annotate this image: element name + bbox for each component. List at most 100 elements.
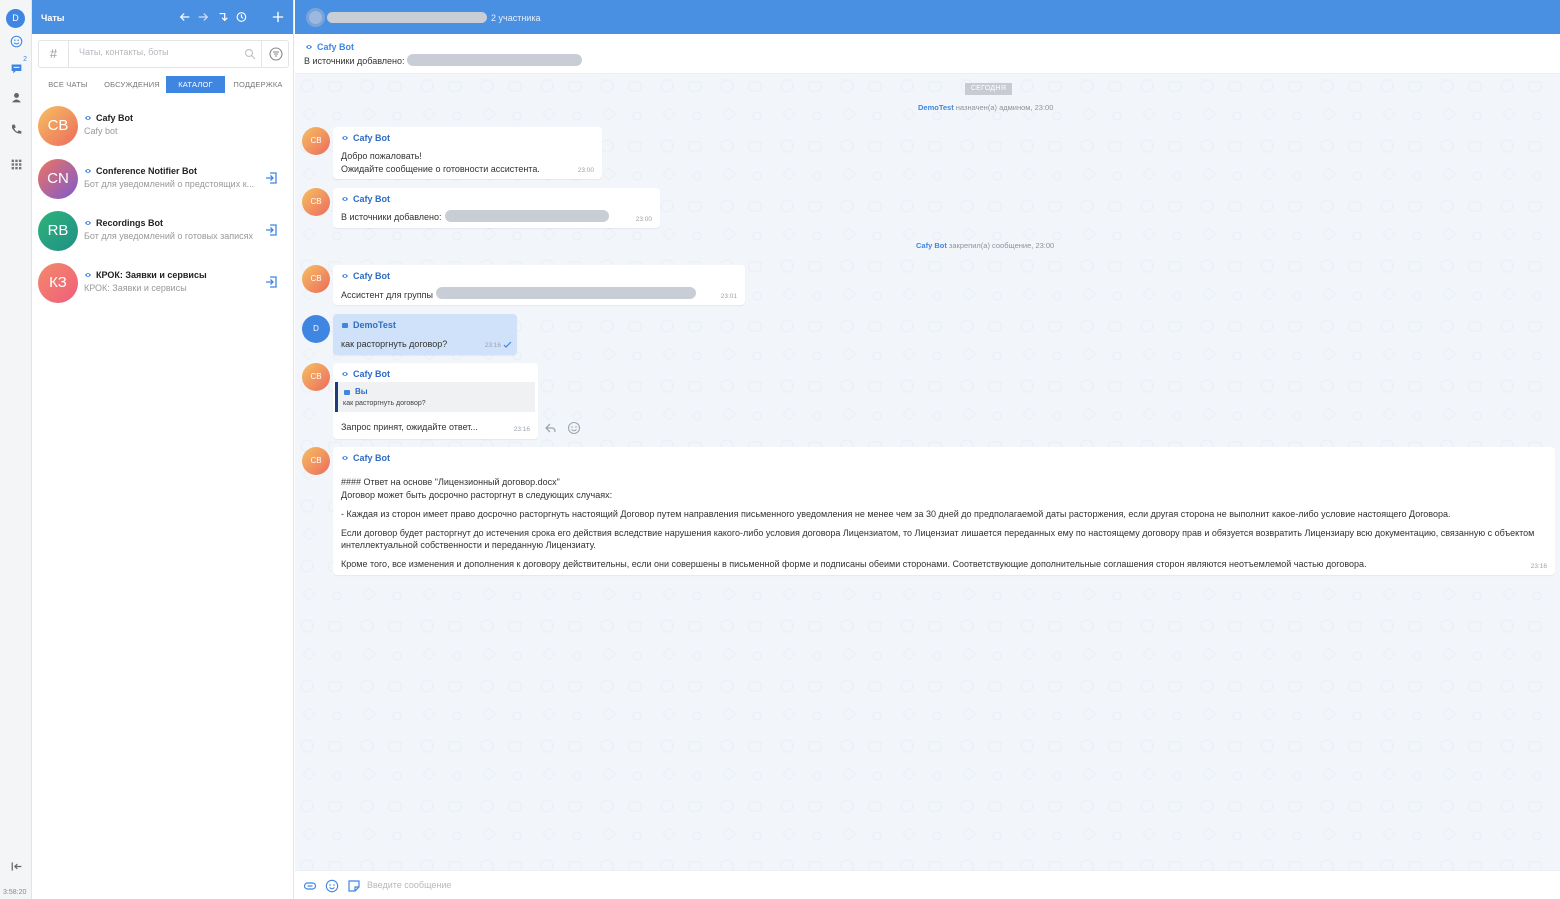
chat-bubble-icon bbox=[11, 63, 21, 73]
smile-icon[interactable] bbox=[8, 33, 24, 49]
join-icon[interactable] bbox=[264, 223, 278, 237]
message-paragraph: #### Ответ на основе "Лицензионный догов… bbox=[341, 477, 560, 487]
chat-header[interactable]: 2 участника bbox=[295, 0, 1560, 34]
emoji-reaction-icon[interactable] bbox=[567, 421, 581, 435]
chat-subtitle: Бот для уведомлений о предстоящих к... bbox=[84, 179, 255, 189]
message-input[interactable] bbox=[367, 880, 1067, 890]
avatar[interactable]: CB bbox=[302, 265, 330, 293]
message-time: 23:00 bbox=[577, 167, 594, 174]
reply-icon[interactable] bbox=[544, 421, 557, 434]
message-bubble[interactable]: Cafy Bot Ассистент для группы 23:01 bbox=[333, 265, 745, 305]
join-icon[interactable] bbox=[264, 275, 278, 289]
quoted-message[interactable]: Вы как расторгнуть договор? bbox=[335, 382, 535, 412]
filter-icon bbox=[269, 47, 283, 61]
user-avatar[interactable]: D bbox=[6, 9, 25, 28]
message-paragraph: Договор может быть досрочно расторгнут в… bbox=[341, 490, 613, 500]
bot-icon bbox=[85, 273, 91, 277]
chat-list-item[interactable]: RB Recordings Bot Бот для уведомлений о … bbox=[32, 211, 294, 263]
chat-tabs: ВСЕ ЧАТЫ ОБСУЖДЕНИЯ КАТАЛОГ ПОДДЕРЖКА bbox=[38, 76, 289, 93]
bot-icon bbox=[342, 456, 348, 460]
avatar[interactable]: D bbox=[302, 315, 330, 343]
pinned-sender: Cafy Bot bbox=[317, 42, 355, 52]
message-composer bbox=[295, 870, 1560, 899]
join-icon[interactable] bbox=[264, 171, 278, 185]
hashtag-button[interactable]: # bbox=[39, 41, 69, 67]
sticker-icon[interactable] bbox=[347, 879, 361, 893]
message-paragraph: - Каждая из сторон имеет право досрочно … bbox=[341, 509, 1451, 519]
system-message: Cafy Bot закрепил(а) сообщение, 23:00 bbox=[916, 241, 1055, 250]
bot-icon bbox=[342, 197, 348, 201]
unread-badge: 2 bbox=[23, 56, 27, 63]
chat-name: Conference Notifier Bot bbox=[96, 166, 198, 176]
bot-icon bbox=[342, 372, 348, 376]
contacts-icon[interactable] bbox=[8, 89, 24, 105]
history-icon[interactable] bbox=[234, 10, 248, 24]
emoji-icon[interactable] bbox=[325, 879, 339, 893]
chat-name: Cafy Bot bbox=[96, 113, 134, 123]
message-text: как расторгнуть договор? bbox=[341, 339, 448, 349]
avatar: CN bbox=[38, 159, 78, 199]
message-bubble[interactable]: Cafy Bot Добро пожаловать! Ожидайте сооб… bbox=[333, 127, 602, 179]
avatar[interactable]: CB bbox=[302, 363, 330, 391]
filter-button[interactable] bbox=[261, 41, 290, 67]
tab-support[interactable]: ПОДДЕРЖКА bbox=[229, 76, 287, 93]
search-input[interactable] bbox=[79, 47, 229, 57]
bot-icon bbox=[342, 274, 348, 278]
bot-icon bbox=[306, 45, 312, 49]
sender-name: Cafy Bot bbox=[353, 271, 391, 281]
chat-name: Recordings Bot bbox=[96, 218, 164, 228]
avatar[interactable]: CB bbox=[302, 447, 330, 475]
forward-arrow-icon[interactable] bbox=[196, 10, 210, 24]
pinned-text: В источники добавлено: bbox=[304, 56, 405, 66]
chat-subtitle: Cafy bot bbox=[84, 126, 118, 136]
quote-text: как расторгнуть договор? bbox=[343, 400, 426, 407]
collapse-panel-icon[interactable] bbox=[8, 858, 24, 874]
pinned-message[interactable]: Cafy Bot В источники добавлено: bbox=[295, 34, 1560, 74]
avatar: КЗ bbox=[38, 263, 78, 303]
message-time: 23:01 bbox=[720, 293, 737, 300]
message-text: Запрос принят, ожидайте ответ... bbox=[341, 422, 478, 432]
message-text: Ассистент для группы bbox=[341, 290, 433, 300]
message-bubble[interactable]: Cafy Bot Вы как расторгнуть договор? Зап… bbox=[333, 363, 538, 439]
message-bubble[interactable]: DemoTest как расторгнуть договор? 23:16 bbox=[333, 314, 517, 355]
chats-nav-button[interactable]: 2 bbox=[8, 56, 27, 76]
avatar[interactable]: CB bbox=[302, 188, 330, 216]
chat-area: 2 участника Cafy Bot В источники добавле… bbox=[295, 0, 1560, 899]
sender-name: Cafy Bot bbox=[353, 453, 391, 463]
tab-catalog[interactable]: КАТАЛОГ bbox=[166, 76, 225, 93]
read-check-icon bbox=[503, 341, 512, 348]
phone-icon[interactable] bbox=[8, 121, 24, 137]
back-arrow-icon[interactable] bbox=[178, 10, 192, 24]
sender-name: Cafy Bot bbox=[353, 369, 391, 379]
message-time: 23:00 bbox=[635, 216, 652, 223]
tab-all-chats[interactable]: ВСЕ ЧАТЫ bbox=[40, 76, 96, 93]
message-bubble[interactable]: Cafy Bot #### Ответ на основе "Лицензион… bbox=[333, 447, 1555, 575]
avatar: CB bbox=[38, 106, 78, 146]
chat-list-item[interactable]: CN Conference Notifier Bot Бот для уведо… bbox=[32, 159, 294, 211]
members-count[interactable]: 2 участника bbox=[491, 13, 540, 23]
redacted-text bbox=[407, 54, 582, 66]
avatar[interactable]: CB bbox=[302, 127, 330, 155]
sender-name: DemoTest bbox=[353, 320, 396, 330]
message-time: 23:16 bbox=[484, 342, 501, 349]
attach-icon[interactable] bbox=[303, 879, 317, 893]
chat-subtitle: Бот для уведомлений о готовых записях bbox=[84, 231, 254, 241]
message-time: 23:16 bbox=[513, 426, 530, 433]
clock-text: 3:58:20 bbox=[3, 889, 27, 896]
plus-icon[interactable] bbox=[271, 10, 285, 24]
system-message: DemoTest назначен(а) админом, 23:00 bbox=[918, 103, 1054, 112]
chat-name: КРОК: Заявки и сервисы bbox=[96, 270, 207, 280]
redo-icon[interactable] bbox=[216, 10, 230, 24]
sender-name: Cafy Bot bbox=[353, 133, 391, 143]
tab-discussions[interactable]: ОБСУЖДЕНИЯ bbox=[100, 76, 164, 93]
chat-list-item[interactable]: КЗ КРОК: Заявки и сервисы КРОК: Заявки и… bbox=[32, 263, 294, 315]
chat-list-header: Чаты bbox=[32, 0, 293, 34]
message-bubble[interactable]: Cafy Bot В источники добавлено: 23:00 bbox=[333, 188, 660, 228]
chat-avatar bbox=[306, 8, 325, 27]
chat-subtitle: КРОК: Заявки и сервисы bbox=[84, 283, 187, 293]
search-icon[interactable] bbox=[244, 48, 256, 60]
bot-icon bbox=[342, 136, 348, 140]
chat-list-item[interactable]: CB Cafy Bot Cafy bot bbox=[32, 106, 294, 158]
apps-grid-icon[interactable] bbox=[8, 156, 24, 172]
redacted-text bbox=[436, 287, 696, 299]
